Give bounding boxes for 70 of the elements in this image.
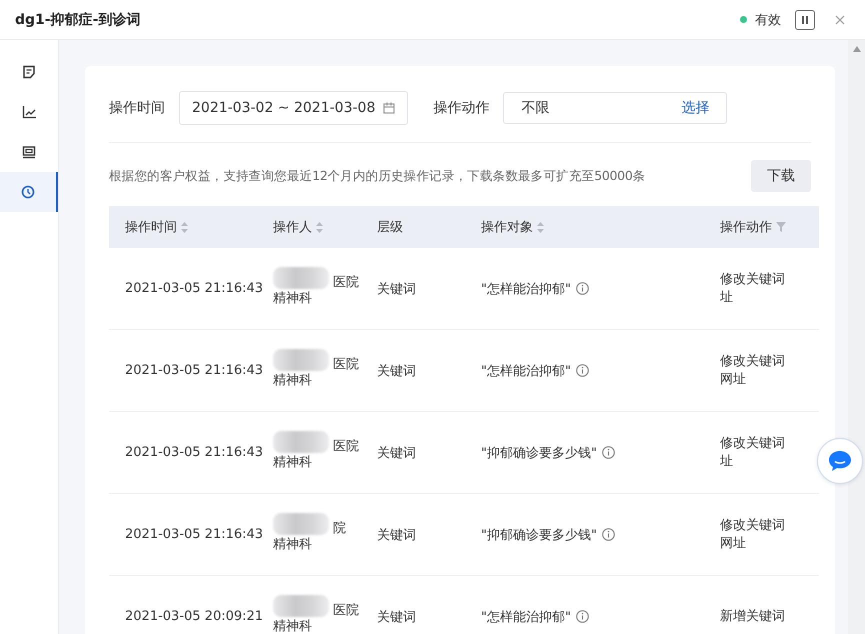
table-cell: 修改关键词	[720, 434, 785, 452]
column-header: 操作对象	[481, 219, 533, 236]
table-cell: 修改关键词	[720, 270, 785, 288]
table-cell-text: 关键词	[377, 280, 416, 298]
choose-link[interactable]: 选择	[681, 99, 710, 117]
notice-text: 根据您的客户权益，支持查询您最近12个月内的历史操作记录，下载条数最多可扩充至50000条	[109, 168, 646, 184]
table-cell: 医院	[333, 602, 359, 618]
table-cell-text: 址	[720, 452, 734, 470]
table-cell: 2021-03-05 21:16:43	[125, 281, 264, 296]
table-cell-text: 精神科	[273, 618, 313, 634]
table-cell-text: "抑郁确诊要多少钱"	[481, 526, 597, 544]
sidebar-item[interactable]	[0, 172, 58, 212]
column-header: 操作人	[273, 219, 312, 236]
date-range-field[interactable]: 2021-03-02 ~ 2021-03-08	[179, 91, 408, 125]
table-cell-text: 关键词	[377, 608, 416, 626]
table-cell: 2021-03-05 21:16:43	[125, 445, 264, 460]
window-title: dg1-抑郁症-到诊词	[15, 10, 140, 28]
close-icon[interactable]	[835, 14, 845, 24]
info-icon[interactable]	[576, 610, 589, 623]
table-cell-text: "抑郁确诊要多少钱"	[481, 444, 597, 462]
table-cell-text: 网址	[720, 370, 747, 388]
action-value: 不限	[521, 99, 550, 117]
screen-icon	[22, 145, 36, 159]
table-cell: 新增关键词	[720, 608, 785, 626]
table-cell: 2021-03-05 20:09:21	[125, 609, 264, 624]
table-cell: 医院	[333, 438, 359, 454]
table-cell-text: 网址	[720, 534, 747, 552]
table-cell: 医院	[333, 274, 359, 290]
table-cell-text: 精神科	[273, 454, 313, 470]
pause-icon	[800, 14, 810, 24]
note-icon	[22, 65, 36, 79]
table-cell: 医院	[333, 356, 359, 372]
table-cell-text: 关键词	[377, 526, 416, 544]
redaction-blur	[273, 348, 329, 370]
column-header: 操作动作	[720, 219, 772, 236]
calendar-icon	[383, 102, 396, 114]
download-button[interactable]: 下载	[751, 160, 811, 192]
column-header: 操作时间	[125, 219, 177, 236]
info-icon[interactable]	[602, 528, 615, 541]
redaction-blur	[273, 430, 329, 452]
info-icon[interactable]	[576, 364, 589, 377]
table-cell: 院	[333, 520, 346, 536]
table-cell-text: "怎样能治抑郁"	[481, 608, 571, 626]
redaction-blur	[273, 594, 329, 616]
table-cell-text: "怎样能治抑郁"	[481, 362, 571, 380]
table-cell-text: 精神科	[273, 372, 313, 388]
column-header: 层级	[377, 219, 403, 236]
table-cell: 修改关键词	[720, 352, 785, 370]
redaction-blur	[273, 266, 329, 288]
redaction-blur	[273, 512, 329, 534]
scroll-up-icon[interactable]	[852, 46, 860, 52]
table-cell: 2021-03-05 21:16:43	[125, 527, 264, 542]
chat-bubble-icon	[827, 449, 853, 473]
clock-icon	[21, 185, 35, 199]
table-cell-text: 关键词	[377, 444, 416, 462]
table-cell-text: 址	[720, 288, 734, 306]
table-cell-text: "怎样能治抑郁"	[481, 280, 571, 298]
filter-label: 操作时间	[109, 99, 165, 117]
table-cell-text: 精神科	[273, 290, 313, 306]
action-select-field[interactable]: 不限 选择	[503, 92, 728, 124]
info-icon[interactable]	[602, 446, 615, 459]
table-cell: 修改关键词	[720, 516, 785, 534]
table-cell: 2021-03-05 21:16:43	[125, 363, 264, 378]
line-chart-icon	[22, 105, 36, 119]
status-label: 有效	[755, 12, 781, 28]
table-cell-text: 精神科	[273, 536, 313, 552]
filter-label: 操作动作	[433, 99, 490, 117]
table-cell-text: 关键词	[377, 362, 416, 380]
pause-button[interactable]	[795, 10, 815, 30]
info-icon[interactable]	[576, 282, 589, 295]
